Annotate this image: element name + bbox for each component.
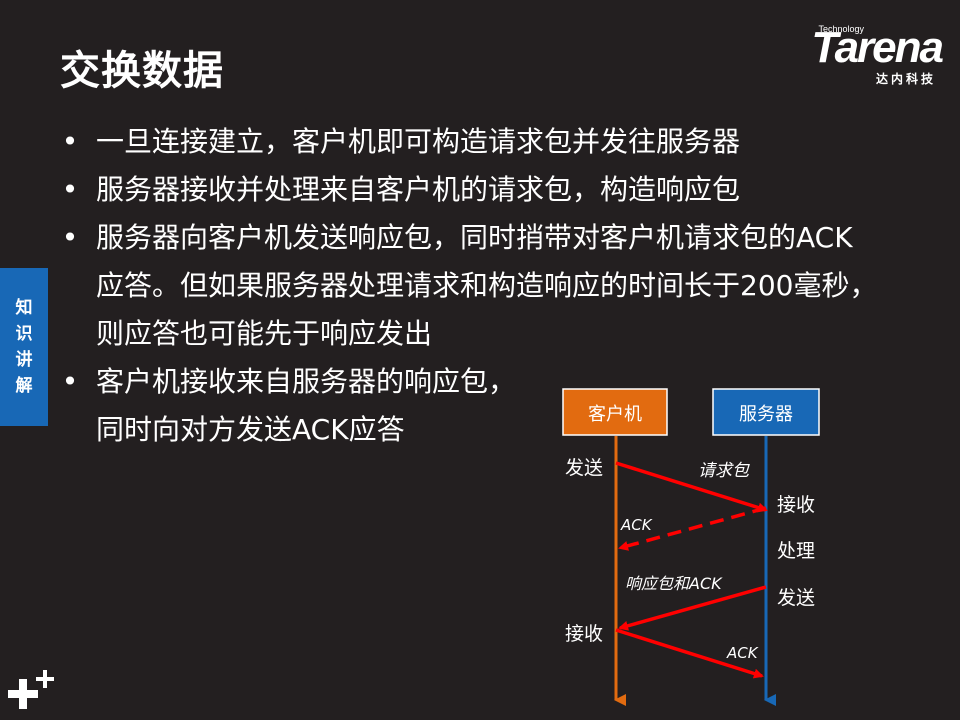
bullet-item: • 服务器接收并处理来自客户机的请求包，构造响应包 xyxy=(60,166,880,214)
side-tab-char: 讲 xyxy=(15,350,33,370)
response-label: 响应包和ACK xyxy=(625,574,723,593)
bullet-dot-icon: • xyxy=(61,173,79,206)
plus-icon xyxy=(8,670,54,709)
bullet-dot-icon: • xyxy=(61,221,79,254)
tarena-logo: Technology Tarena 达内科技 xyxy=(772,22,944,86)
bullet-text: 服务器接收并处理来自客户机的请求包，构造响应包 xyxy=(96,173,741,206)
logo-brand-text: Tarena xyxy=(811,23,944,72)
bullet-item: • 一旦连接建立，客户机即可构造请求包并发往服务器 xyxy=(60,118,880,166)
side-tab-char: 知 xyxy=(15,298,33,318)
server-recv-label: 接收 xyxy=(777,494,815,516)
server-process-label: 处理 xyxy=(777,540,815,562)
logo-sub-text: 达内科技 xyxy=(875,72,936,86)
tcp-exchange-diagram: 客户机 服务器 请求包 ACK 响应包和ACK ACK 发送 接收 接收 处理 … xyxy=(562,388,820,706)
bullet-dot-icon: • xyxy=(61,125,79,158)
bullet-item: • 服务器向客户机发送响应包，同时捎带对客户机请求包的ACK应答。但如果服务器处理… xyxy=(60,214,880,358)
ack2-label: ACK xyxy=(726,644,759,662)
side-tab-knowledge[interactable]: 知 识 讲 解 xyxy=(0,268,48,426)
bullet-text: 服务器向客户机发送响应包，同时捎带对客户机请求包的ACK应答。但如果服务器处理请… xyxy=(96,221,878,350)
request-label: 请求包 xyxy=(698,461,750,481)
server-label: 服务器 xyxy=(739,404,793,425)
side-tab-char: 识 xyxy=(15,324,33,344)
client-send-label: 发送 xyxy=(565,457,603,479)
client-recv-label: 接收 xyxy=(565,623,603,645)
server-send-label: 发送 xyxy=(777,587,815,609)
bullet-text: 一旦连接建立，客户机即可构造请求包并发往服务器 xyxy=(96,125,741,158)
bullet-text: 客户机接收来自服务器的响应包，同时向对方发送ACK应答 xyxy=(96,365,517,446)
response-arrow xyxy=(618,585,767,631)
side-tab-char: 解 xyxy=(15,376,33,396)
client-label: 客户机 xyxy=(588,404,642,425)
page-title: 交换数据 xyxy=(60,48,224,94)
bullet-dot-icon: • xyxy=(61,365,79,398)
bullet-item: • 客户机接收来自服务器的响应包，同时向对方发送ACK应答 xyxy=(60,358,536,454)
ack1-label: ACK xyxy=(620,516,653,534)
